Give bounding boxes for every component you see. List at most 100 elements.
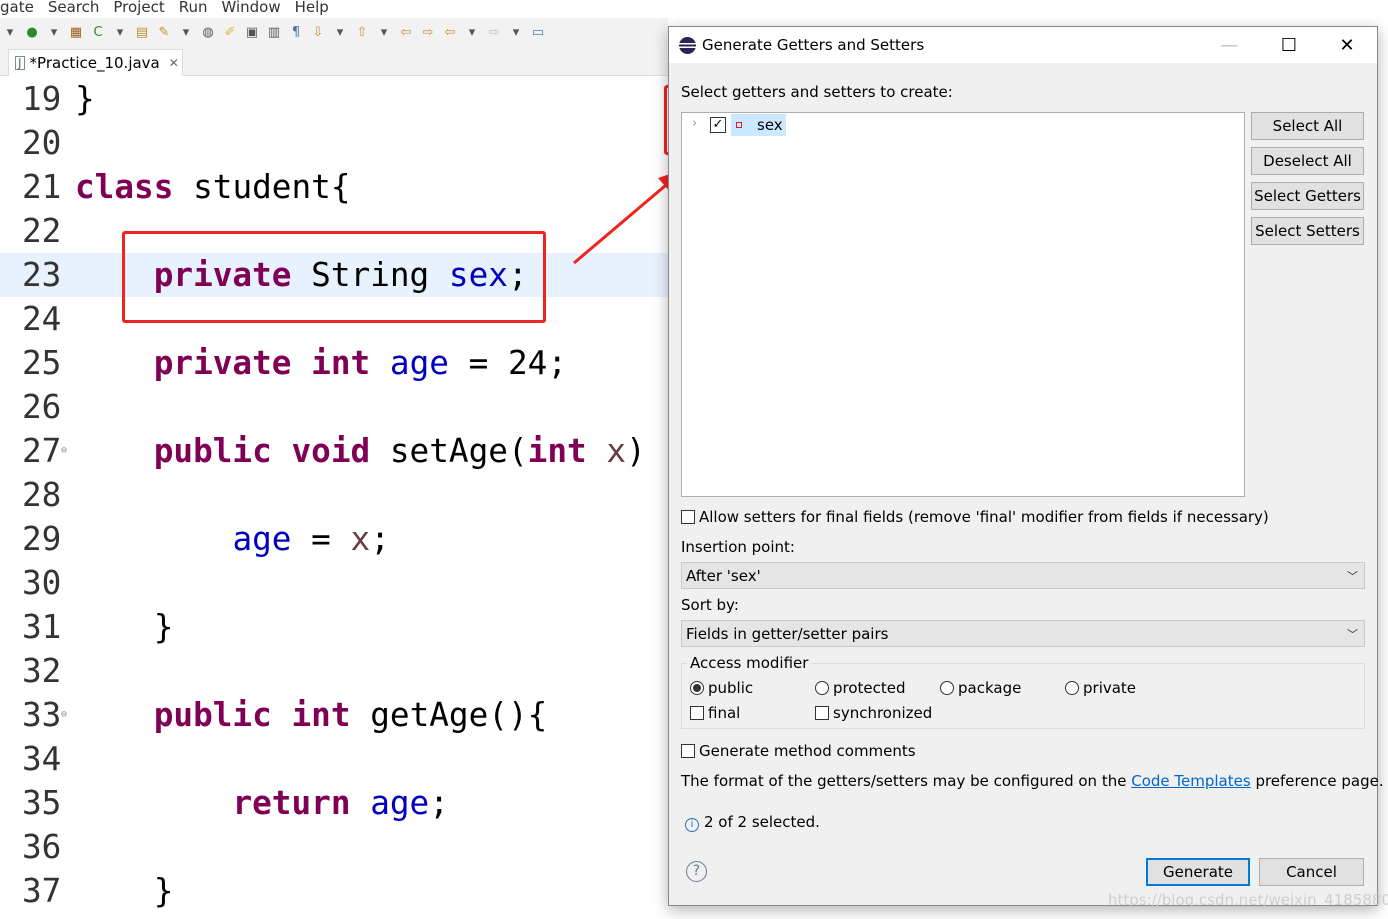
cancel-button[interactable]: Cancel [1259,858,1364,886]
sort-by-select[interactable]: Fields in getter/setter pairs ﹀ [681,620,1365,647]
radio-private-button[interactable] [1065,680,1079,695]
dropdown-icon[interactable]: ▾ [2,24,18,40]
dropdown-icon[interactable]: ▾ [46,24,62,40]
code-line[interactable]: 35 return age; [0,781,668,825]
code-line[interactable]: 34 [0,737,668,781]
run-icon[interactable]: ● [24,24,40,40]
dropdown-icon[interactable]: ▾ [464,24,480,40]
open-task-icon[interactable]: ◍ [200,24,216,40]
show-whitespace-icon[interactable]: ¶ [288,24,304,40]
close-tab-icon[interactable]: ✕ [169,56,179,70]
radio-package[interactable]: package [940,679,1021,697]
final-checkbox[interactable] [690,705,704,720]
generate-button[interactable]: Generate [1146,858,1250,886]
new-package-icon[interactable]: ▦ [68,24,84,40]
menu-run[interactable]: Run [179,0,208,16]
back-icon[interactable]: ⇦ [442,24,458,40]
comments-option[interactable]: Generate method comments [681,742,916,760]
menu-help[interactable]: Help [295,0,329,16]
code-line[interactable]: 30 [0,561,668,605]
toggle-breadcrumb-icon[interactable]: ▣ [244,24,260,40]
close-button[interactable]: ✕ [1319,27,1375,63]
dropdown-icon[interactable]: ▾ [376,24,392,40]
dropdown-icon[interactable]: ▾ [178,24,194,40]
radio-protected[interactable]: protected [815,679,906,697]
forward-edit-icon[interactable]: ⇨ [420,24,436,40]
code-token: setAge( [370,432,528,470]
code-line[interactable]: 29 age = x; [0,517,668,561]
select-setters-button[interactable]: Select Setters [1251,217,1364,245]
expand-chevron-icon[interactable]: › [692,116,697,131]
tree-item-checkbox[interactable]: ✓ [710,117,726,133]
code-token: void [291,432,371,470]
code-line[interactable]: 37 } [0,869,668,913]
perspective-icon[interactable]: ▭ [530,24,546,40]
synchronized-label: synchronized [833,704,933,722]
next-annotation-icon[interactable]: ⇩ [310,24,326,40]
maximize-button[interactable]: ☐ [1261,27,1317,63]
radio-public-button[interactable] [690,680,704,695]
menu-navigate[interactable]: gate [0,0,34,16]
select-all-button[interactable]: Select All [1251,112,1364,140]
line-number: 31 [22,608,62,646]
tab-practice-10[interactable]: J *Practice_10.java ✕ [8,49,183,76]
select-getters-button[interactable]: Select Getters [1251,182,1364,210]
menu-window[interactable]: Window [221,0,280,16]
code-line[interactable]: 33 ⊖ public int getAge(){ [0,693,668,737]
allow-final-option[interactable]: Allow setters for final fields (remove '… [681,508,1269,526]
code-line[interactable]: 27 ⊖ public void setAge(int x) [0,429,668,473]
code-text: } [75,77,95,121]
help-icon[interactable]: ? [686,861,707,882]
final-option[interactable]: final [690,704,740,722]
minimize-button[interactable]: — [1201,27,1257,63]
access-modifier-label: Access modifier [687,654,812,672]
last-edit-icon[interactable]: ⇦ [398,24,414,40]
new-class-icon[interactable]: C [90,24,106,40]
code-token: private [153,344,292,382]
search-icon[interactable]: ✎ [156,24,172,40]
forward-icon[interactable]: ⇨ [486,24,502,40]
menu-search[interactable]: Search [48,0,100,16]
radio-package-button[interactable] [940,680,954,695]
prev-annotation-icon[interactable]: ⇧ [354,24,370,40]
dropdown-icon[interactable]: ▾ [112,24,128,40]
menu-project[interactable]: Project [113,0,164,16]
deselect-all-button[interactable]: Deselect All [1251,147,1364,175]
code-text: private int age = 24; [75,341,567,385]
line-number: 24 [22,300,62,338]
synchronized-option[interactable]: synchronized [815,704,932,722]
radio-public[interactable]: public [690,679,753,697]
code-line[interactable]: 28 [0,473,668,517]
chevron-down-icon: ﹀ [1347,569,1358,583]
insertion-point-select[interactable]: After 'sex' ﹀ [681,562,1365,589]
open-type-icon[interactable]: ▤ [134,24,150,40]
fold-icon[interactable]: ⊖ [61,429,67,473]
dropdown-icon[interactable]: ▾ [508,24,524,40]
access-modifier-group [681,663,1365,729]
code-line[interactable]: 20 [0,121,668,165]
code-line[interactable]: 25 private int age = 24; [0,341,668,385]
code-templates-link[interactable]: Code Templates [1131,772,1250,790]
highlight-icon[interactable]: ✐ [222,24,238,40]
code-line[interactable]: 36 [0,825,668,869]
tab-title: *Practice_10.java [29,54,160,72]
fields-tree[interactable]: › ✓ sex [681,112,1245,497]
allow-final-checkbox[interactable] [681,509,695,524]
tree-item-selection[interactable]: sex [731,114,786,136]
comments-checkbox[interactable] [681,743,695,758]
code-token: = 24; [448,344,568,382]
block-selection-icon[interactable]: ▥ [266,24,282,40]
radio-protected-button[interactable] [815,680,829,695]
code-token: ) [626,432,646,470]
radio-private[interactable]: private [1065,679,1136,697]
code-line[interactable]: 31 } [0,605,668,649]
code-line[interactable]: 19} [0,77,668,121]
code-token: int [527,432,587,470]
status-text: 2 of 2 selected. [704,813,820,831]
fold-icon[interactable]: ⊖ [61,693,67,737]
code-line[interactable]: 32 [0,649,668,693]
dropdown-icon[interactable]: ▾ [332,24,348,40]
code-line[interactable]: 26 [0,385,668,429]
synchronized-checkbox[interactable] [815,705,829,720]
